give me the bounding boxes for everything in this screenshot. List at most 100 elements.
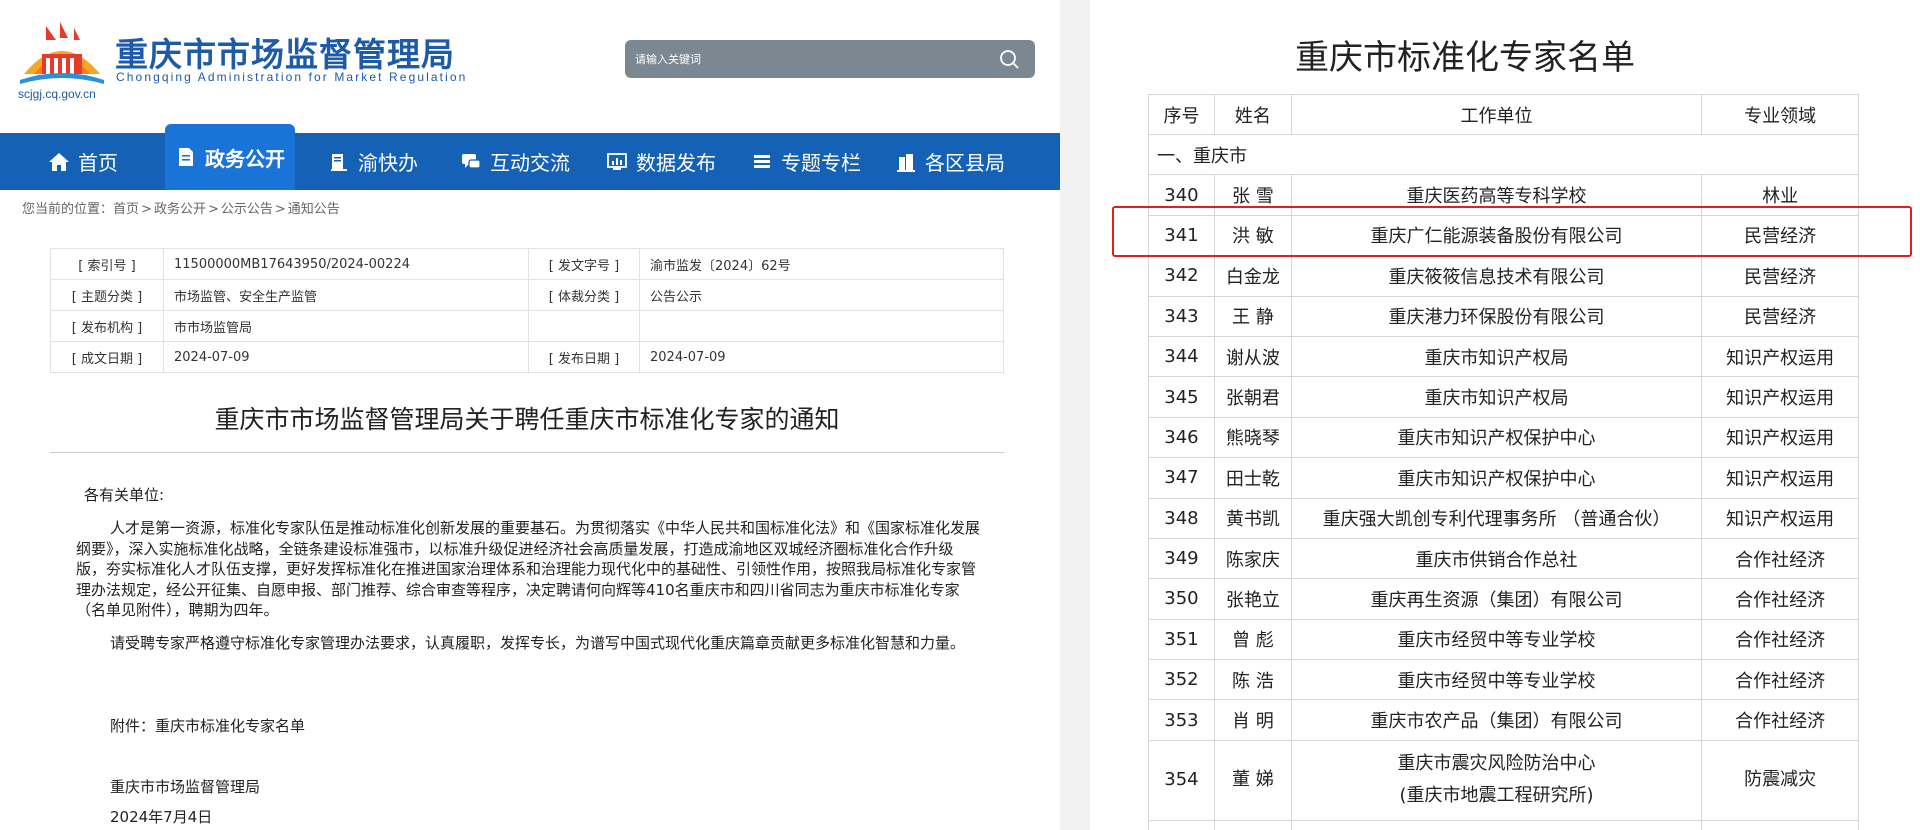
cell-no: 341 [1148, 214, 1215, 257]
cell-field: 民营经济 [1701, 295, 1859, 337]
breadcrumb-notices[interactable]: 通知公告 [288, 202, 340, 217]
main-nav: 首页 政务公开 渝快办 互动交流 数据发布 专题专栏 各区县局 [0, 124, 1060, 190]
meta-row: [ 成文日期 ] 2024-07-09 [ 发布日期 ] 2024-07-09 [50, 341, 1004, 373]
cell-name: 许 佳 [1213, 819, 1292, 830]
book-icon [331, 153, 347, 171]
cell-field: 林业 [1701, 174, 1859, 216]
cell-no: 344 [1148, 335, 1215, 378]
meta-row: [ 索引号 ] 11500000MB17643950/2024-00224 [ … [50, 248, 1004, 280]
nav-item-label: 政务公开 [205, 146, 285, 171]
table-row: 350 张艳立 重庆再生资源（集团）有限公司 合作社经济 [1148, 578, 1859, 620]
cell-name: 陈家庆 [1213, 537, 1292, 580]
cell-name: 田士乾 [1213, 457, 1292, 499]
table-row: 346 熊晓琴 重庆市知识产权保护中心 知识产权运用 [1148, 416, 1859, 459]
breadcrumb-home[interactable]: 首页 [113, 202, 139, 217]
cell-org: 重庆市农产品（集团）有限公司 [1290, 699, 1703, 741]
cell-org: 重庆市知识产权局 [1290, 335, 1703, 378]
cell-org: 重庆市知识产权保护中心 [1290, 416, 1703, 459]
cell-no: 340 [1148, 174, 1215, 216]
expert-table: 序号 姓名 工作单位 专业领域 一、重庆市 340 张 雪重庆医药高等专科学校 林业… [1148, 94, 1859, 830]
cell-org: 重庆市供销合作总社 [1290, 537, 1703, 580]
cell-name: 肖 明 [1213, 699, 1292, 741]
nav-item-data-release[interactable]: 数据发布 [606, 133, 716, 190]
cell-field: 民营经济 [1701, 214, 1859, 257]
cell-org: 重庆市知识产权局 [1290, 376, 1703, 418]
buildings-icon [897, 153, 915, 172]
nav-item-gov-affairs[interactable]: 政务公开 [165, 124, 295, 190]
nav-item-home[interactable]: 首页 [48, 133, 118, 190]
cell-field: 合作社经济 [1701, 699, 1859, 741]
article-title: 重庆市市场监督管理局关于聘任重庆市标准化专家的通知 [214, 405, 840, 434]
cell-org: 重庆广仁能源装备股份有限公司 [1290, 214, 1703, 257]
cell-field: 知识产权运用 [1701, 376, 1859, 418]
cell-field: 合作社经济 [1701, 537, 1859, 580]
meta-value: 2024-07-09 [163, 341, 529, 373]
site-domain: scjgj.cq.gov.cn [18, 87, 96, 101]
home-icon [49, 152, 69, 171]
cell-org-line: 重庆市震灾风险防治中心 [1397, 753, 1596, 775]
cell-org: 重庆市防雷中心 [1290, 819, 1703, 830]
cell-org: 重庆再生资源（集团）有限公司 [1290, 578, 1703, 620]
region-row: 一、重庆市 [1148, 133, 1859, 176]
meta-empty-cell [528, 310, 640, 342]
table-row: 353 肖 明重庆市农产品（集团）有限公司 合作社经济 [1148, 699, 1859, 741]
chat-icon [462, 153, 481, 169]
meta-label: [ 索引号 ] [50, 248, 164, 280]
cell-name: 熊晓琴 [1213, 416, 1292, 459]
table-row: 347 田士乾 重庆市知识产权保护中心 知识产权运用 [1148, 457, 1859, 499]
meta-value: 公告公示 [639, 279, 1004, 311]
cell-no: 347 [1148, 457, 1215, 499]
nav-item-label: 首页 [78, 151, 118, 175]
meta-label: [ 主题分类 ] [50, 279, 164, 311]
cell-no: 352 [1148, 659, 1215, 701]
search-icon[interactable] [999, 49, 1019, 69]
breadcrumb-announcements[interactable]: 公示公告 [221, 202, 273, 217]
document-meta-table: [ 索引号 ] 11500000MB17643950/2024-00224 [ … [50, 248, 1004, 373]
cell-field: 民营经济 [1701, 255, 1859, 297]
breadcrumb-separator: > [207, 202, 219, 217]
breadcrumb-prefix: 您当前的位置： [22, 202, 114, 217]
cell-no: 343 [1148, 295, 1215, 337]
cell-name: 张朝君 [1213, 376, 1292, 418]
nav-item-special-topics[interactable]: 专题专栏 [751, 133, 861, 190]
col-header-name: 姓名 [1213, 94, 1292, 135]
cell-no: 348 [1148, 497, 1215, 539]
meta-value: 市场监管、安全生产监管 [163, 279, 529, 311]
search-input[interactable] [635, 40, 975, 78]
site-name[interactable]: 重庆市市场监督管理局 [115, 28, 455, 76]
cell-name: 王 静 [1213, 295, 1292, 337]
cell-field: 气象服务 [1701, 819, 1859, 830]
title-divider [50, 452, 1004, 453]
nav-item-yukuaiban[interactable]: 渝快办 [328, 133, 418, 190]
search-box [625, 40, 1035, 78]
cell-name: 洪 敏 [1213, 214, 1292, 257]
cell-org: 重庆强大凯创专利代理事务所 （普通合伙） [1290, 497, 1703, 539]
table-row: 349 陈家庆 重庆市供销合作总社 合作社经济 [1148, 537, 1859, 580]
cell-name: 董 娣 [1213, 739, 1292, 821]
cell-no: 351 [1148, 618, 1215, 661]
col-header-field: 专业领域 [1701, 94, 1859, 135]
col-header-no: 序号 [1148, 94, 1215, 135]
cell-field: 知识产权运用 [1701, 335, 1859, 378]
nav-item-interaction[interactable]: 互动交流 [460, 133, 570, 190]
table-row: 355许 佳重庆市防雷中心气象服务 [1148, 819, 1859, 830]
article-salutation: 各有关单位: [84, 486, 165, 504]
table-row: 348 黄书凯 重庆强大凯创专利代理事务所 （普通合伙） 知识产权运用 [1148, 497, 1859, 539]
meta-empty-cell [639, 310, 1004, 342]
expert-list-title: 重庆市标准化专家名单 [1295, 38, 1635, 78]
cell-no: 354 [1148, 739, 1215, 821]
breadcrumb-gov-affairs[interactable]: 政务公开 [154, 202, 206, 217]
table-row: 344 谢从波 重庆市知识产权局 知识产权运用 [1148, 335, 1859, 378]
cell-name: 张艳立 [1213, 578, 1292, 620]
cell-field: 合作社经济 [1701, 618, 1859, 661]
cell-org: 重庆市经贸中等专业学校 [1290, 659, 1703, 701]
meta-label: [ 发布日期 ] [528, 341, 640, 373]
nav-item-districts[interactable]: 各区县局 [895, 133, 1005, 190]
nav-item-label: 渝快办 [358, 151, 418, 175]
col-header-org: 工作单位 [1290, 94, 1703, 135]
meta-value: 渝市监发〔2024〕62号 [639, 248, 1004, 280]
attachment-link[interactable]: 附件：重庆市标准化专家名单 [110, 715, 305, 736]
cell-org: 重庆港力环保股份有限公司 [1290, 295, 1703, 337]
gov-webpage: scjgj.cq.gov.cn 重庆市市场监督管理局 Chongqing Adm… [0, 0, 1060, 830]
cell-org: 重庆市经贸中等专业学校 [1290, 618, 1703, 661]
